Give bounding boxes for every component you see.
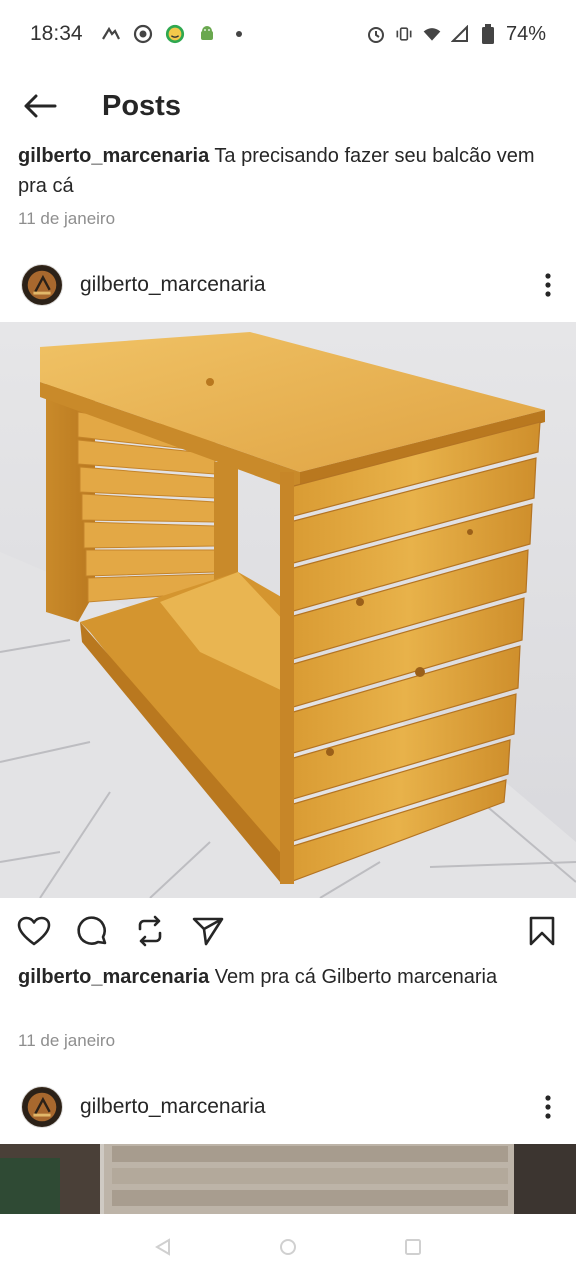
caption-text: Vem pra cá Gilberto marcenaria — [214, 966, 498, 988]
repost-icon — [138, 915, 162, 947]
comment-icon — [77, 916, 107, 945]
previous-post-date: 11 de janeiro — [18, 209, 116, 228]
alarm-icon — [366, 24, 386, 44]
back-button[interactable] — [0, 78, 80, 134]
page-title: Posts — [102, 89, 181, 122]
vibrate-icon — [394, 24, 414, 44]
bookmark-icon — [529, 916, 555, 946]
like-button[interactable] — [5, 906, 63, 956]
previous-post-caption: gilberto_marcenaria Ta precisando fazer … — [18, 141, 568, 201]
post-username[interactable]: gilberto_marcenaria — [80, 1095, 266, 1119]
avatar[interactable] — [21, 1086, 63, 1128]
signal-icon — [450, 24, 470, 44]
mention-notification-icon — [101, 24, 121, 44]
system-navigation-bar — [0, 1214, 576, 1280]
battery-level: 74% — [505, 22, 546, 45]
save-button[interactable] — [513, 906, 571, 956]
recents-square-icon[interactable] — [403, 1237, 423, 1257]
post-actions — [0, 906, 576, 956]
more-options-button[interactable] — [520, 257, 576, 313]
top-navigation: Posts — [0, 78, 576, 134]
next-post-header: gilberto_marcenaria — [0, 1074, 576, 1140]
more-vertical-icon — [545, 1095, 551, 1119]
post-date: 11 de janeiro — [18, 1031, 116, 1050]
caption-username[interactable]: gilberto_marcenaria — [18, 966, 209, 988]
post-header: gilberto_marcenaria — [0, 252, 576, 318]
avatar[interactable] — [21, 264, 63, 306]
comment-button[interactable] — [63, 906, 121, 956]
next-post-image[interactable] — [0, 1144, 576, 1214]
smiley-notification-icon — [165, 24, 185, 44]
post-image[interactable] — [0, 322, 576, 898]
status-time: 18:34 — [30, 22, 83, 45]
wooden-counter-photo — [0, 322, 576, 898]
battery-icon — [478, 24, 498, 44]
back-triangle-icon[interactable] — [153, 1237, 173, 1257]
share-button[interactable] — [179, 906, 237, 956]
more-vertical-icon — [545, 273, 551, 297]
arrow-left-icon — [24, 94, 57, 118]
caption-username[interactable]: gilberto_marcenaria — [18, 145, 209, 167]
send-icon — [192, 917, 224, 946]
repost-button[interactable] — [121, 906, 179, 956]
more-options-button[interactable] — [520, 1079, 576, 1135]
home-circle-icon[interactable] — [278, 1237, 298, 1257]
heart-icon — [17, 916, 51, 946]
post-username[interactable]: gilberto_marcenaria — [80, 273, 266, 297]
android-notification-icon — [197, 24, 217, 44]
wifi-icon — [422, 24, 442, 44]
post-caption: gilberto_marcenaria Vem pra cá Gilberto … — [18, 962, 568, 992]
gilberto-logo-icon — [22, 265, 62, 305]
gilberto-logo-icon — [22, 1087, 62, 1127]
pallet-photo — [0, 1144, 576, 1214]
status-bar: 18:34 74% — [0, 0, 576, 68]
app-notification-icon — [133, 24, 153, 44]
more-notifications-dot-icon — [229, 24, 249, 44]
